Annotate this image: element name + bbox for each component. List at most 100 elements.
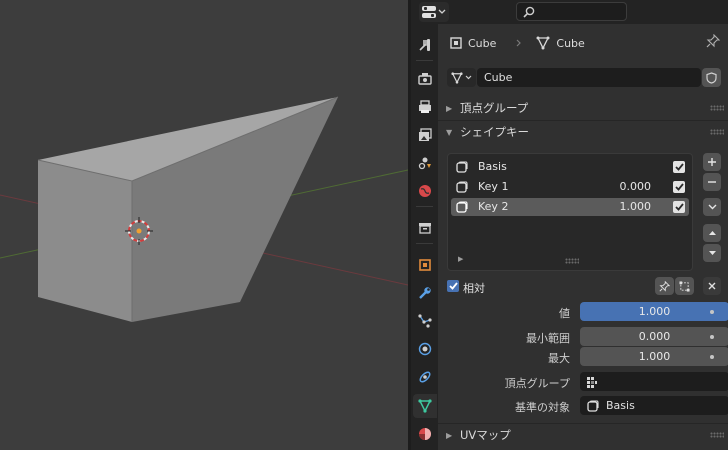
range-min-value: 0.000 xyxy=(638,330,671,343)
shape-key-edit-mode-button[interactable] xyxy=(675,277,694,295)
properties-content: Cube Cube Cube ▶ 頂点グループ ▼ シェイプキー Basis K… xyxy=(438,24,728,450)
shape-key-mute-checkbox[interactable] xyxy=(673,161,685,173)
pin-button[interactable] xyxy=(706,33,721,51)
3d-viewport[interactable] xyxy=(0,0,408,450)
mesh-browse-button[interactable] xyxy=(447,68,476,87)
shape-key-row[interactable]: Key 1 0.000 xyxy=(451,178,689,196)
tab-object[interactable] xyxy=(413,253,437,277)
triangle-up-icon xyxy=(708,231,716,235)
collapsed-arrow-icon: ▶ xyxy=(446,103,453,113)
shape-key-value[interactable]: 0.000 xyxy=(620,180,652,193)
physics-icon xyxy=(418,342,432,356)
tab-world[interactable] xyxy=(413,179,437,203)
tab-view-layer[interactable] xyxy=(413,123,437,147)
panel-vertex-groups-header[interactable]: ▶ 頂点グループ xyxy=(438,97,728,119)
drag-handle-icon[interactable] xyxy=(710,432,724,438)
add-shape-key-button[interactable] xyxy=(703,153,721,171)
panel-shape-keys-header[interactable]: ▼ シェイプキー xyxy=(438,121,728,143)
object-icon xyxy=(419,259,431,271)
keyframe-dot-icon[interactable] xyxy=(710,335,714,339)
relative-checkbox[interactable] xyxy=(447,280,459,292)
editor-type-button[interactable] xyxy=(419,2,449,22)
list-filter-toggle-icon[interactable]: ▶ xyxy=(458,255,463,263)
collection-icon xyxy=(419,223,431,234)
scene-icon xyxy=(418,157,431,170)
clear-shape-key-button[interactable] xyxy=(703,277,721,295)
relative-to-label: 基準の対象 xyxy=(515,401,570,414)
tab-particles[interactable] xyxy=(413,309,437,333)
vertex-group-field[interactable] xyxy=(580,372,728,391)
checkmark-icon xyxy=(674,203,684,211)
tab-data[interactable] xyxy=(413,394,437,418)
move-down-button[interactable] xyxy=(703,244,721,262)
shape-key-row[interactable]: Basis xyxy=(451,158,689,176)
mesh-data-icon xyxy=(536,36,550,50)
relative-to-value: Basis xyxy=(606,399,635,412)
drag-handle-icon[interactable] xyxy=(710,105,724,111)
tab-output[interactable] xyxy=(413,95,437,119)
pin-icon xyxy=(706,33,721,48)
value-slider[interactable]: 1.000 xyxy=(580,302,728,321)
material-icon xyxy=(419,428,431,440)
move-up-button[interactable] xyxy=(703,224,721,242)
tab-tool[interactable] xyxy=(413,33,437,57)
panel-uv-maps-title: UVマップ xyxy=(460,428,511,442)
triangle-down-icon xyxy=(708,251,716,255)
shape-key-row-active[interactable]: Key 2 1.000 xyxy=(451,198,689,216)
expanded-arrow-icon: ▼ xyxy=(446,127,453,137)
drag-handle-icon[interactable] xyxy=(710,129,724,135)
breadcrumb-mesh-name: Cube xyxy=(556,36,585,50)
panel-uv-maps-header[interactable]: ▶ UVマップ xyxy=(438,424,728,446)
shape-key-icon xyxy=(456,181,468,193)
relative-to-field[interactable]: Basis xyxy=(580,396,728,415)
particles-icon xyxy=(418,314,432,328)
panel-vertex-groups-title: 頂点グループ xyxy=(460,101,529,115)
search-icon xyxy=(523,6,535,18)
tab-collection[interactable] xyxy=(413,216,437,240)
shape-key-icon xyxy=(456,201,468,213)
search-input[interactable] xyxy=(516,2,627,21)
shape-key-name: Basis xyxy=(478,160,507,173)
shape-key-icon xyxy=(587,399,599,412)
shape-key-list: Basis Key 1 0.000 Key 2 1.000 ▶ xyxy=(447,153,693,271)
tab-scene[interactable] xyxy=(413,151,437,175)
max-label: 最大 xyxy=(548,352,570,365)
tool-icon xyxy=(419,39,430,51)
shape-key-mute-checkbox[interactable] xyxy=(673,181,685,193)
view-layer-icon xyxy=(419,128,432,141)
plus-icon xyxy=(708,158,716,166)
shape-key-icon xyxy=(456,161,468,173)
mesh-name-field[interactable]: Cube xyxy=(477,68,701,87)
tab-constraints[interactable] xyxy=(413,365,437,389)
mesh-name-value: Cube xyxy=(484,71,513,84)
object-icon xyxy=(450,37,462,49)
checkmark-icon xyxy=(674,163,684,171)
value-slider-value: 1.000 xyxy=(638,305,671,318)
wrench-icon xyxy=(419,287,431,299)
collapsed-arrow-icon: ▶ xyxy=(446,430,453,440)
shape-key-value[interactable]: 1.000 xyxy=(620,200,652,213)
shape-key-name: Key 1 xyxy=(478,180,509,193)
shape-key-specials-button[interactable] xyxy=(703,198,721,216)
range-min-field[interactable]: 0.000 xyxy=(580,327,728,346)
breadcrumb: Cube Cube xyxy=(450,35,585,51)
remove-shape-key-button[interactable] xyxy=(703,173,721,191)
tab-physics[interactable] xyxy=(413,337,437,361)
tab-modifiers[interactable] xyxy=(413,281,437,305)
max-field[interactable]: 1.000 xyxy=(580,347,728,366)
properties-editor: Cube Cube Cube ▶ 頂点グループ ▼ シェイプキー Basis K… xyxy=(411,0,728,450)
output-icon xyxy=(419,100,431,113)
properties-header xyxy=(411,0,728,24)
viewport-scene xyxy=(0,96,408,322)
shape-key-lock-button[interactable] xyxy=(655,277,674,295)
list-resize-handle-icon[interactable] xyxy=(565,258,579,264)
keyframe-dot-icon[interactable] xyxy=(710,310,714,314)
edit-mode-icon xyxy=(679,280,690,292)
chevron-down-icon xyxy=(465,75,472,80)
fake-user-button[interactable] xyxy=(702,68,721,87)
tab-render[interactable] xyxy=(413,67,437,91)
shape-key-mute-checkbox[interactable] xyxy=(673,201,685,213)
chevron-down-icon xyxy=(438,9,446,14)
tab-material[interactable] xyxy=(413,422,437,446)
keyframe-dot-icon[interactable] xyxy=(710,355,714,359)
